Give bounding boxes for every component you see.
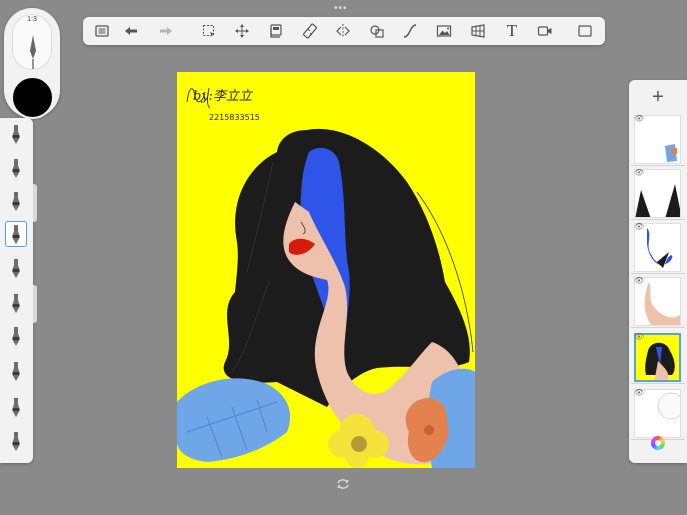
top-toolbar: T: [83, 17, 605, 45]
brush-tip-icon: [12, 159, 20, 178]
add-layer-button[interactable]: +: [629, 84, 687, 110]
layer-5[interactable]: 👁: [631, 330, 685, 384]
selection-icon[interactable]: [198, 21, 220, 41]
brush-2-button[interactable]: [5, 155, 27, 181]
brush-8-button[interactable]: [5, 358, 27, 384]
current-color-swatch[interactable]: [11, 76, 54, 119]
curve-icon[interactable]: [399, 21, 421, 41]
brush-4-button[interactable]: [5, 221, 27, 247]
brush-tip-icon: [12, 432, 20, 451]
perspective-icon[interactable]: [467, 21, 489, 41]
brush-tip-icon: [12, 294, 20, 313]
drawing-canvas[interactable]: by:李立立 2215833515: [177, 72, 475, 468]
symmetry-icon[interactable]: [332, 21, 354, 41]
visibility-eye-icon[interactable]: 👁: [634, 114, 644, 123]
layers-panel: + 👁 👁 👁 👁 👁 👁: [629, 80, 687, 463]
pen-nib-icon: [30, 35, 36, 69]
fullscreen-icon[interactable]: [574, 21, 596, 41]
transform-icon[interactable]: [231, 21, 253, 41]
text-tool-icon[interactable]: T: [501, 21, 523, 41]
tray-handle-upper[interactable]: [33, 184, 37, 222]
visibility-eye-icon[interactable]: 👁: [634, 388, 644, 397]
brush-settings-panel: 1:3: [4, 8, 60, 119]
layers-copy-icon[interactable]: [265, 21, 287, 41]
brush-6-button[interactable]: [5, 290, 27, 316]
brush-tip-icon: [12, 225, 20, 244]
gallery-icon[interactable]: [91, 21, 113, 41]
top-handle-dots[interactable]: •••: [334, 3, 348, 14]
signature-text: by:李立立: [193, 89, 253, 104]
brush-tip-icon: [12, 398, 20, 417]
visibility-eye-icon[interactable]: 👁: [634, 168, 644, 177]
visibility-eye-icon[interactable]: 👁: [634, 332, 644, 341]
brush-3-button[interactable]: [5, 188, 27, 214]
image-icon[interactable]: [433, 21, 455, 41]
undo-icon[interactable]: [120, 21, 142, 41]
brush-10-button[interactable]: [5, 428, 27, 454]
brush-size-label: 1:3: [27, 16, 37, 23]
layer-2[interactable]: 👁: [631, 166, 685, 220]
brush-7-button[interactable]: [5, 323, 27, 349]
brush-9-button[interactable]: [5, 394, 27, 420]
color-wheel-icon[interactable]: [651, 436, 665, 450]
brush-tip-icon: [12, 327, 20, 346]
brush-tip-icon: [12, 362, 20, 381]
tray-handle-lower[interactable]: [33, 285, 37, 323]
layer-4[interactable]: 👁: [631, 274, 685, 328]
brush-tip-icon: [12, 192, 20, 211]
brush-tip-icon: [12, 125, 20, 144]
artwork: by:李立立 2215833515: [177, 72, 475, 468]
canvas-swap-icon[interactable]: [336, 477, 350, 491]
redo-icon[interactable]: [155, 21, 177, 41]
layer-6[interactable]: 👁: [631, 386, 685, 440]
visibility-eye-icon[interactable]: 👁: [634, 222, 644, 231]
brush-1-button[interactable]: [5, 121, 27, 147]
ruler-icon[interactable]: [299, 21, 321, 41]
layer-3[interactable]: 👁: [631, 220, 685, 274]
visibility-eye-icon[interactable]: 👁: [634, 276, 644, 285]
signature-number: 2215833515: [209, 113, 260, 122]
layer-1[interactable]: 👁: [631, 112, 685, 166]
video-icon[interactable]: [534, 21, 556, 41]
brush-5-button[interactable]: [5, 255, 27, 281]
brush-tip-icon: [12, 259, 20, 278]
shapes-icon[interactable]: [366, 21, 388, 41]
